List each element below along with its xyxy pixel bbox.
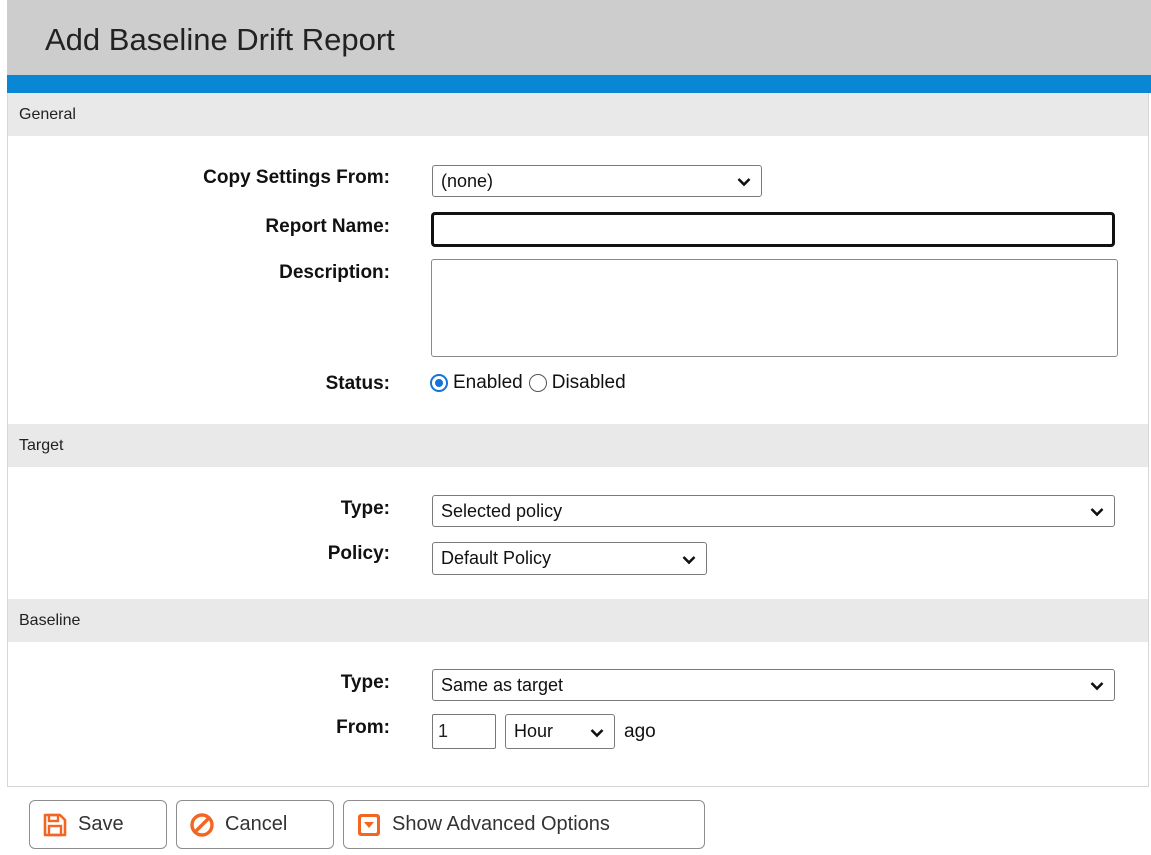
from-unit-value: Hour <box>514 721 554 741</box>
status-disabled-radio[interactable] <box>528 374 547 392</box>
from-number-input[interactable]: 1 <box>432 714 496 749</box>
target-type-value: Selected policy <box>441 500 563 521</box>
floppy-disk-icon <box>43 813 67 836</box>
title-bar: Add Baseline Drift Report <box>7 0 1151 75</box>
save-button-label: Save <box>78 813 124 835</box>
from-suffix: ago <box>624 721 656 742</box>
status-enabled-radio[interactable] <box>430 374 448 392</box>
status-label: Status: <box>325 373 390 394</box>
status-enabled-label[interactable]: Enabled <box>453 372 523 394</box>
target-type-select[interactable]: Selected policy <box>432 495 1115 527</box>
copy-settings-label: Copy Settings From: <box>203 167 390 188</box>
cancel-button[interactable]: Cancel <box>176 800 334 849</box>
policy-select[interactable]: Default Policy <box>432 542 707 575</box>
cancel-button-label: Cancel <box>225 813 288 835</box>
no-entry-icon <box>190 812 214 837</box>
show-advanced-options-label: Show Advanced Options <box>392 813 610 835</box>
chevron-down-icon <box>682 555 696 564</box>
section-header-target: Target <box>8 424 1148 467</box>
chevron-down-icon <box>590 728 604 737</box>
policy-value: Default Policy <box>441 548 552 568</box>
accent-bar <box>7 75 1151 93</box>
from-label: From: <box>336 717 390 738</box>
baseline-type-value: Same as target <box>441 674 564 695</box>
show-advanced-options-button[interactable]: Show Advanced Options <box>343 800 705 849</box>
chevron-down-icon <box>1090 508 1104 517</box>
status-radio-group: Enabled Disabled <box>430 372 626 394</box>
description-label: Description: <box>279 262 390 283</box>
report-name-input[interactable] <box>431 212 1115 247</box>
description-textarea[interactable] <box>431 259 1118 357</box>
baseline-type-label: Type: <box>340 672 390 693</box>
section-header-baseline: Baseline <box>8 599 1148 642</box>
baseline-type-select[interactable]: Same as target <box>432 669 1115 701</box>
target-type-label: Type: <box>340 498 390 519</box>
copy-settings-value: (none) <box>441 170 494 191</box>
chevron-down-icon <box>1090 682 1104 691</box>
save-button[interactable]: Save <box>29 800 167 849</box>
from-unit-select[interactable]: Hour <box>505 714 615 749</box>
section-header-general: General <box>8 93 1148 136</box>
dropdown-box-icon <box>358 813 380 836</box>
report-name-label: Report Name: <box>265 216 390 237</box>
copy-settings-select[interactable]: (none) <box>432 165 762 197</box>
form-container: General Copy Settings From: (none) Repor… <box>7 93 1149 787</box>
page-title: Add Baseline Drift Report <box>45 22 395 57</box>
chevron-down-icon <box>737 178 751 187</box>
policy-label: Policy: <box>327 543 390 564</box>
status-disabled-label[interactable]: Disabled <box>552 372 626 394</box>
